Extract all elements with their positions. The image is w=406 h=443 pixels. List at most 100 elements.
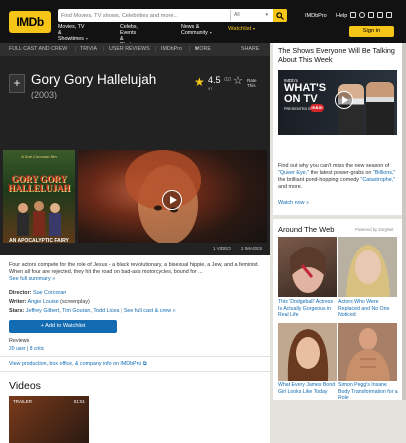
writer-credit: Writer: Angie Louise (screenplay)	[9, 299, 90, 305]
promo-text-2: the latest power-grabs on	[309, 170, 373, 176]
full-cast-link[interactable]: See full cast & crew »	[124, 308, 176, 314]
whats-on-tv-promo[interactable]: IMDb's WHAT'S ON TV PRESENTED BY m&m	[278, 70, 397, 135]
director-label: Director:	[9, 290, 32, 296]
twitch-icon[interactable]	[368, 12, 374, 18]
stars-label: Stars:	[9, 308, 25, 314]
zergnet-credit[interactable]: Powered by ZergNet	[355, 227, 393, 232]
poster-image[interactable]: A Sue Corcoran film GORY GORY HALLELUJAH…	[3, 150, 75, 253]
search-category-label: All	[234, 12, 240, 18]
instagram-icon[interactable]	[359, 12, 365, 18]
promo-title: WHAT'S ON TV	[284, 82, 327, 105]
star-link[interactable]: Tim Gouran	[62, 308, 90, 314]
promo-person-right	[366, 82, 394, 135]
ad-caption[interactable]: This 'Dodgeball' Actress Is Actually Gor…	[278, 299, 338, 319]
ad-photo	[287, 329, 329, 381]
ad-image[interactable]	[278, 323, 337, 381]
menu-news[interactable]: News & Community ▾	[181, 24, 212, 36]
stars-credit: Stars: Jeffrey Gilbert, Tim Gouran, Todd…	[9, 308, 176, 314]
ad-caption[interactable]: What Every James Bond Girl Looks Like To…	[278, 382, 338, 395]
share-button[interactable]: SHARE	[241, 43, 259, 56]
videos-count-link[interactable]: 1 VIDEO	[213, 246, 231, 251]
twitter-icon[interactable]	[377, 12, 383, 18]
plot-summary: Four actors compete for the role of Jesu…	[9, 262, 267, 283]
search-box: All ▾	[58, 9, 287, 22]
top-navbar: IMDb All ▾ Movies, TV & Showtimes▾ Celeb…	[0, 0, 406, 48]
promo-presented-by: PRESENTED BY	[284, 107, 314, 111]
catastrophe-link[interactable]: "Catastrophe,"	[360, 177, 395, 183]
imdb-logo[interactable]: IMDb	[9, 11, 51, 33]
video-thumbnail[interactable]: TRAILER 01:51	[9, 396, 89, 443]
watchlist-link[interactable]: Watchlist ▾	[228, 26, 255, 32]
rate-this-label[interactable]: Rate This	[247, 78, 261, 88]
poster-title: GORY GORY HALLELUJAH	[6, 175, 72, 193]
chevron-down-icon: ▾	[252, 26, 255, 31]
title-main: FULL CAST AND CREW | TRIVIA | USER REVIE…	[0, 43, 270, 443]
add-to-watchlist-ribbon[interactable]: +	[9, 74, 25, 93]
subnav-imdbpro[interactable]: IMDbPro	[161, 43, 182, 56]
divider	[0, 371, 270, 372]
chevron-down-icon: ▾	[85, 36, 88, 41]
watchlist-label: Watchlist	[228, 26, 252, 32]
full-summary-link[interactable]: See full summary »	[9, 276, 55, 282]
ad-photo	[346, 245, 390, 297]
divider	[0, 356, 270, 357]
subnav-trivia[interactable]: TRIVIA	[80, 43, 97, 56]
trailer-video[interactable]: 1:51 Trailer	[78, 150, 267, 253]
reviews-links[interactable]: 20 user | 8 critic	[9, 346, 44, 352]
subnav-cast[interactable]: FULL CAST AND CREW	[9, 43, 67, 56]
youtube-icon[interactable]	[386, 12, 392, 18]
menu-movies[interactable]: Movies, TV & Showtimes ▾	[58, 24, 88, 42]
images-count-link[interactable]: 2 IMAGES	[241, 246, 262, 251]
promo-text-4: and more.	[278, 184, 303, 190]
search-category-select[interactable]: All ▾	[230, 10, 271, 21]
sign-in-button[interactable]: Sign in	[349, 26, 394, 37]
chevron-down-icon: ▾	[195, 46, 198, 52]
ad-image[interactable]	[278, 237, 337, 297]
watch-now-link[interactable]: Watch now »	[278, 200, 309, 206]
play-icon[interactable]	[335, 91, 353, 109]
title-name: Gory Gory Hallelujah	[31, 72, 157, 87]
imdbpro-link[interactable]: IMDbPro	[305, 13, 327, 19]
director-link[interactable]: Sue Corcoran	[33, 290, 66, 296]
promo-text-3: the brilliant pond-hopping comedy	[278, 177, 361, 183]
play-icon[interactable]	[162, 190, 182, 210]
title-info: Four actors compete for the role of Jesu…	[0, 255, 270, 353]
imdbpro-info-label: View production, box office, & company i…	[9, 361, 142, 367]
menu-movies-line2: & Showtimes	[58, 30, 84, 42]
search-input[interactable]	[58, 9, 230, 22]
ad-caption[interactable]: Actors Who Were Replaced and No One Noti…	[338, 299, 398, 319]
around-the-web: Around The Web Powered by ZergNet This '…	[273, 219, 402, 402]
ad-photo	[346, 328, 390, 381]
plot-text: Four actors compete for the role of Jesu…	[9, 262, 260, 275]
star-link[interactable]: Jeffrey Gilbert	[26, 308, 59, 314]
ad-image[interactable]	[338, 323, 397, 381]
add-to-watchlist-button[interactable]: + Add to Watchlist	[9, 320, 117, 333]
subnav-reviews[interactable]: USER REVIEWS	[109, 43, 150, 56]
poster-title-line2: HALLELUJAH	[7, 183, 70, 193]
page-title: Gory Gory Hallelujah (2003)	[31, 73, 181, 102]
search-icon	[276, 12, 284, 20]
search-button[interactable]	[273, 9, 287, 22]
sidebar: The Shows Everyone Will Be Talking About…	[273, 43, 406, 402]
around-the-web-heading: Around The Web	[278, 225, 335, 234]
scrollbar[interactable]	[402, 43, 406, 400]
title-subnav: FULL CAST AND CREW | TRIVIA | USER REVIE…	[0, 43, 270, 56]
ad-caption[interactable]: Simon Pegg's Insane Body Transformation …	[338, 382, 398, 402]
facebook-icon[interactable]	[350, 12, 356, 18]
imdbpro-info-link[interactable]: View production, box office, & company i…	[9, 361, 147, 368]
billions-link[interactable]: "Billions,"	[373, 170, 395, 176]
ad-photo	[290, 247, 326, 293]
media-counts: 1 VIDEO 2 IMAGES	[0, 243, 270, 255]
subnav-separator: |	[189, 46, 191, 52]
subnav-separator: |	[103, 46, 105, 52]
help-link[interactable]: Help	[336, 13, 347, 19]
promo-description: Find out why you can't miss the new seas…	[278, 163, 400, 191]
writer-link[interactable]: Angie Louise	[27, 299, 58, 305]
director-credit: Director: Sue Corcoran	[9, 290, 66, 296]
rating-count[interactable]: 97	[208, 86, 212, 91]
queer-eye-link[interactable]: "Queer Eye,"	[278, 170, 309, 176]
rate-star-icon[interactable]: ☆	[233, 75, 243, 87]
ad-image[interactable]	[338, 237, 397, 297]
star-link[interactable]: Todd Licea	[93, 308, 119, 314]
reviews-heading: Reviews	[9, 338, 30, 344]
